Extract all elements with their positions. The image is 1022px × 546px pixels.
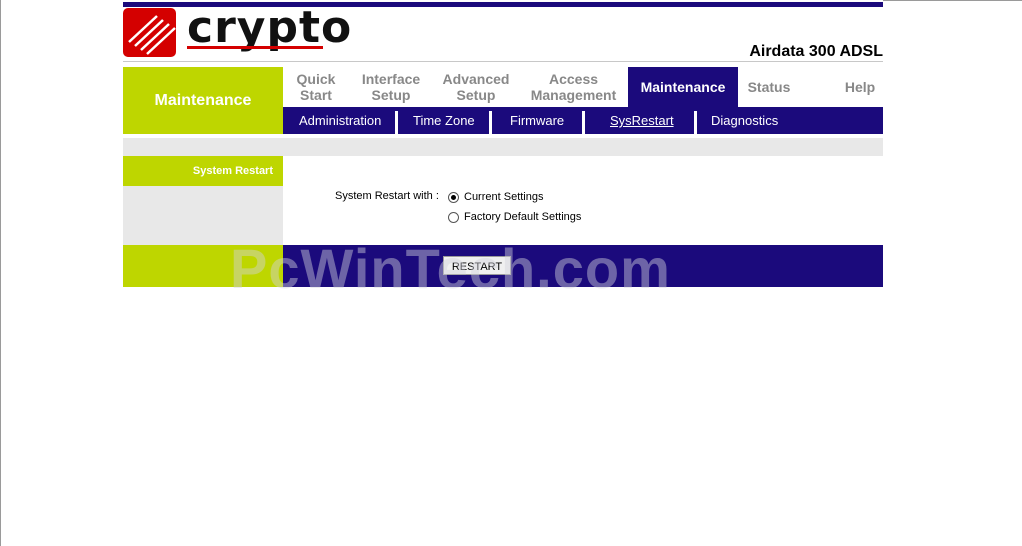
- tab-advanced-setup[interactable]: Advanced Setup: [433, 67, 519, 107]
- subnav-separator: [395, 111, 398, 134]
- radio-row-factory-default[interactable]: Factory Default Settings: [448, 211, 581, 223]
- window-top-border: [883, 0, 1022, 1]
- tab-label-line1: Help: [844, 79, 876, 95]
- window-left-border: [0, 0, 1, 546]
- current-settings-radio[interactable]: [448, 191, 459, 203]
- tab-label-line1: Interface: [361, 71, 421, 87]
- factory-default-label: Factory Default Settings: [464, 211, 582, 223]
- restart-option-label: System Restart with :: [335, 190, 439, 202]
- tab-status[interactable]: Status: [738, 67, 800, 107]
- tab-label-line1: Access: [548, 71, 599, 87]
- restart-button[interactable]: RESTART: [443, 256, 511, 275]
- panel-side-gray: [123, 186, 283, 245]
- panel-side-label-text: System Restart: [192, 165, 273, 177]
- tab-label-line2: Management: [530, 87, 617, 103]
- current-settings-label: Current Settings: [464, 191, 544, 203]
- tab-help[interactable]: Help: [820, 67, 900, 107]
- router-page: crypto Airdata 300 ADSL Maintenance Quic…: [123, 0, 883, 288]
- tab-label-line1: Quick: [296, 71, 336, 87]
- subnav-item-sysrestart[interactable]: SysRestart: [610, 107, 674, 134]
- radio-row-current-settings[interactable]: Current Settings: [448, 191, 543, 203]
- tab-interface-setup[interactable]: Interface Setup: [349, 67, 433, 107]
- subnav-item-firmware[interactable]: Firmware: [510, 107, 564, 134]
- content-top-band: [123, 138, 883, 156]
- factory-default-radio[interactable]: [448, 211, 459, 223]
- panel-side-label: System Restart: [123, 156, 283, 186]
- subnav-item-diagnostics[interactable]: Diagnostics: [711, 107, 778, 134]
- tab-label-line2: Start: [300, 87, 332, 103]
- tab-quick-start[interactable]: Quick Start: [283, 67, 349, 107]
- footer-blue-bar: [283, 245, 883, 287]
- crypto-logo-icon: [123, 8, 176, 57]
- tab-label-line2: Setup: [456, 87, 496, 103]
- tab-label-line1: Status: [747, 79, 791, 95]
- subnav-item-time-zone[interactable]: Time Zone: [413, 107, 475, 134]
- tab-label-line2: Setup: [371, 87, 411, 103]
- subnav-item-administration[interactable]: Administration: [299, 107, 381, 134]
- tab-label-line1: Advanced: [442, 71, 510, 87]
- tab-maintenance[interactable]: Maintenance: [628, 67, 738, 107]
- subnav-separator: [489, 111, 492, 134]
- tab-access-management[interactable]: Access Management: [519, 67, 628, 107]
- subnav-separator: [694, 111, 697, 134]
- device-model-name: Airdata 300 ADSL: [749, 43, 883, 60]
- section-title: Maintenance: [123, 67, 283, 134]
- brand-logo-underline: [187, 46, 323, 49]
- subnav-separator: [582, 111, 585, 134]
- tab-label-line1: Maintenance: [640, 79, 726, 95]
- header-divider: [123, 61, 883, 62]
- subnav-bar: Administration Time Zone Firmware SysRes…: [283, 107, 883, 134]
- footer-green-block: [123, 245, 283, 287]
